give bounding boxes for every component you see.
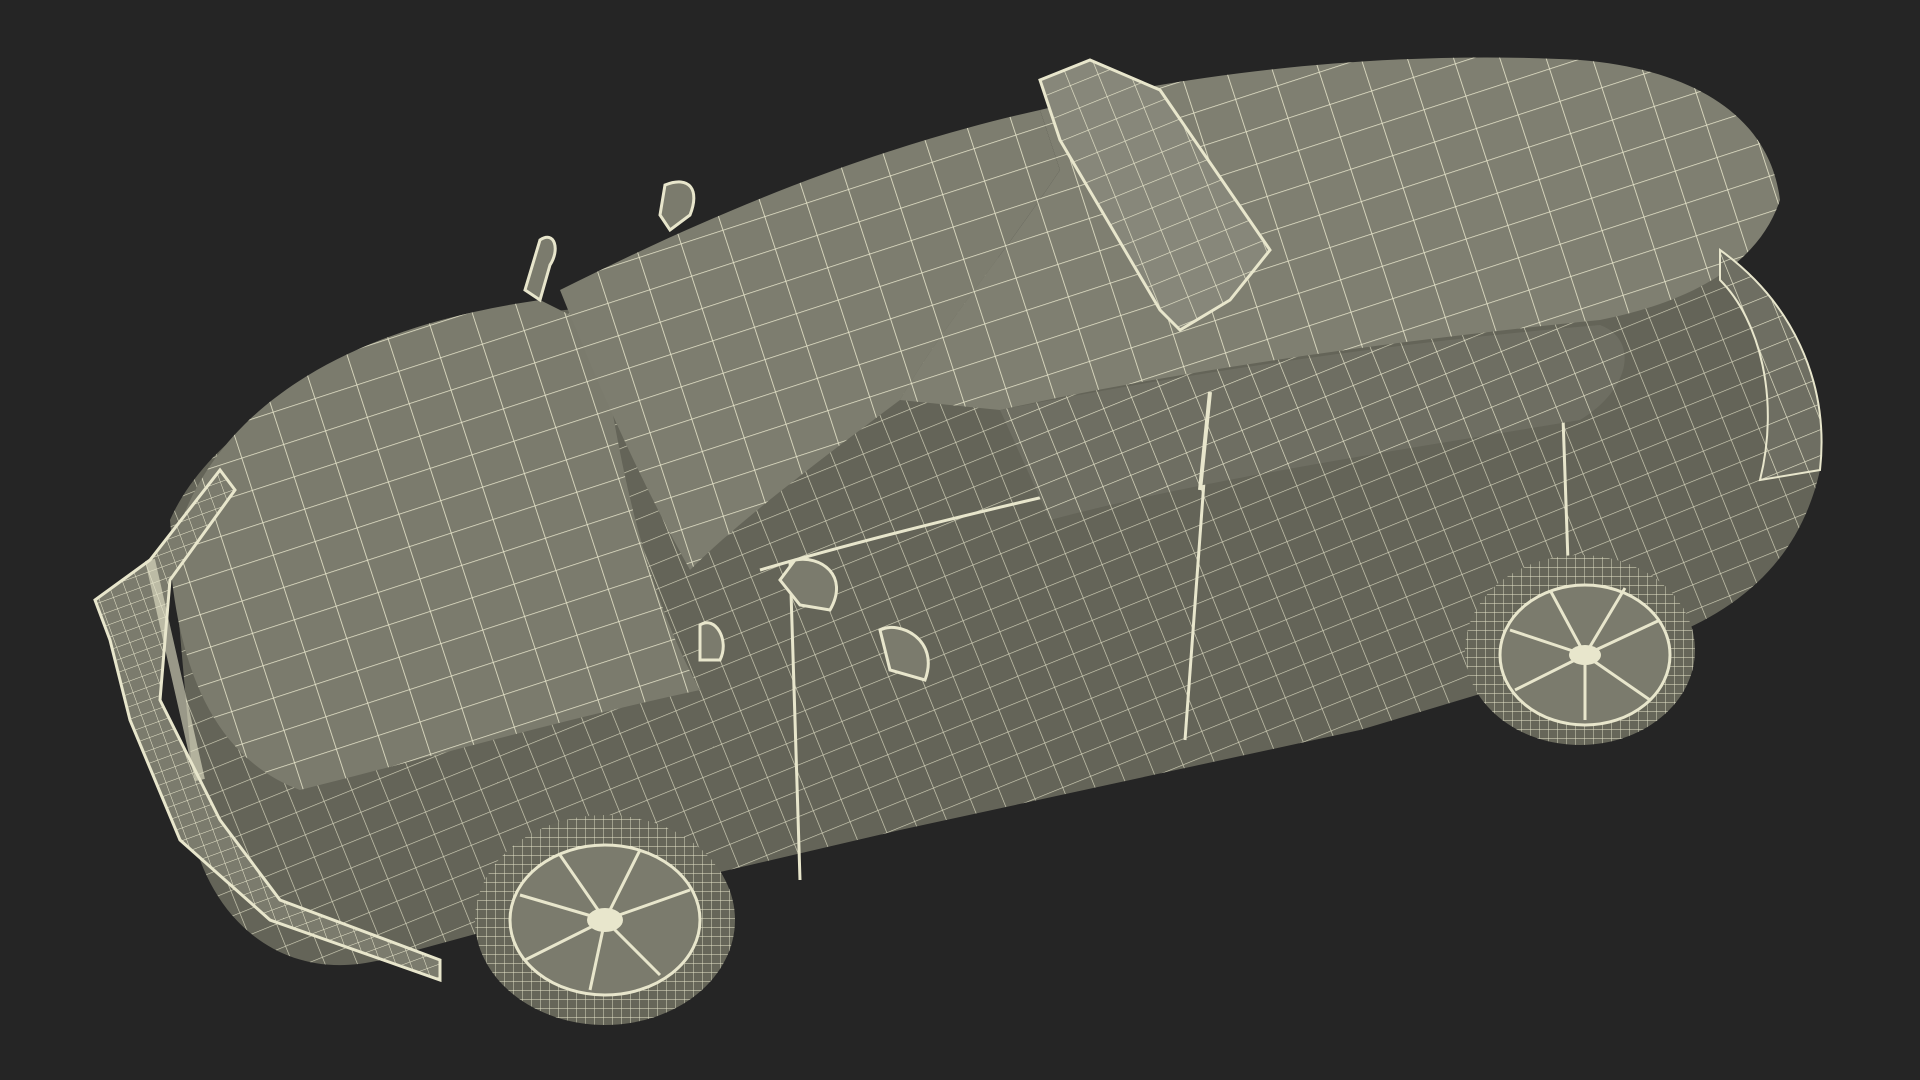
car-wireframe-render — [93, 57, 1823, 1025]
front-wheel — [475, 815, 735, 1025]
rear-wheel — [1465, 555, 1695, 745]
render-viewport — [0, 0, 1920, 1080]
